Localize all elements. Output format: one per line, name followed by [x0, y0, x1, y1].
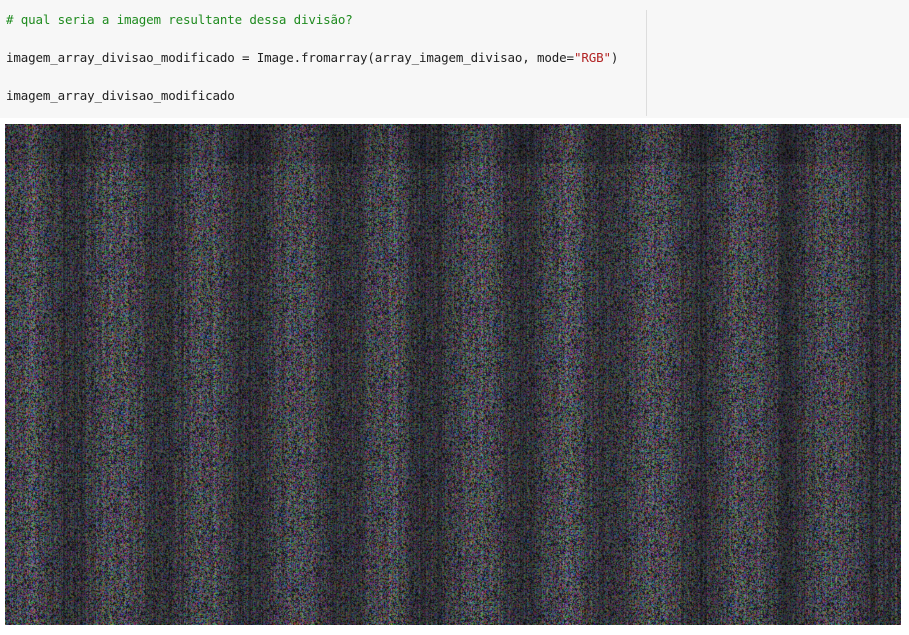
code-text-close: ) [610, 50, 619, 65]
code-line-assignment: imagem_array_divisao_modificado = Image.… [6, 50, 618, 65]
string-literal: "RGB" [573, 50, 611, 65]
code-comment: # qual seria a imagem resultante dessa d… [6, 12, 353, 27]
output-image [5, 124, 901, 625]
code-cell[interactable]: # qual seria a imagem resultante dessa d… [0, 0, 909, 118]
code-line-variable: imagem_array_divisao_modificado [6, 88, 235, 103]
code-text: imagem_array_divisao_modificado = Image.… [6, 50, 574, 65]
cell-divider [646, 10, 647, 116]
noise-image-canvas [5, 124, 901, 625]
